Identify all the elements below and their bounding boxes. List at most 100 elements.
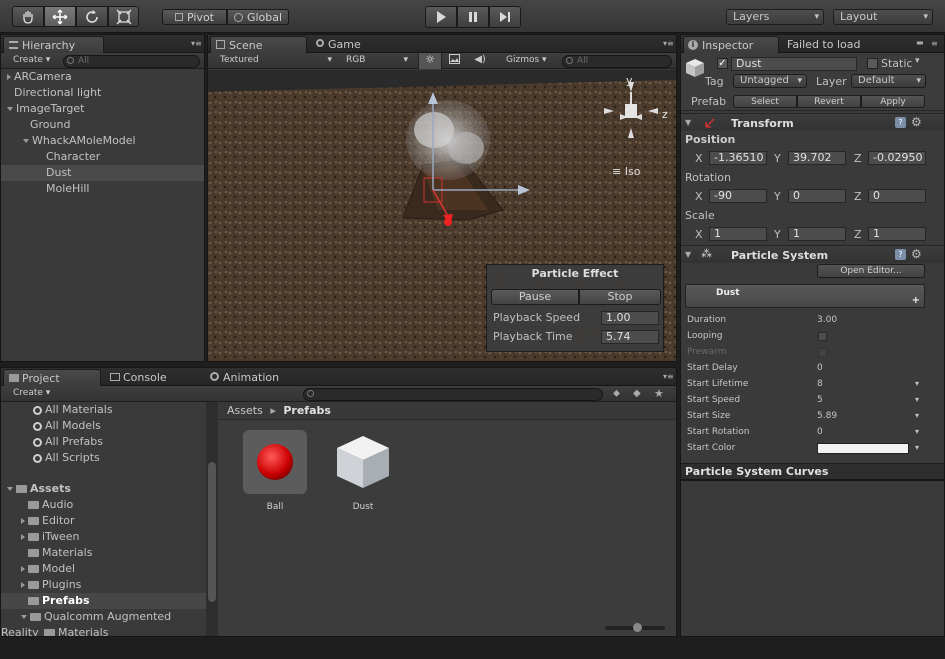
particle-prop-value[interactable]: 0 xyxy=(817,363,823,373)
particle-prop-value[interactable]: 8 xyxy=(817,379,823,389)
project-folder[interactable]: Plugins xyxy=(1,577,206,593)
start-color-swatch[interactable] xyxy=(817,443,909,454)
assets-root[interactable]: Assets xyxy=(1,481,206,497)
add-module-icon[interactable]: + xyxy=(912,295,920,306)
hierarchy-item[interactable]: WhackAMoleModel xyxy=(1,133,204,149)
project-folder[interactable]: Editor xyxy=(1,513,206,529)
favorite-item[interactable]: All Scripts xyxy=(1,450,206,466)
project-folder[interactable]: iTween xyxy=(1,529,206,545)
hierarchy-search-input[interactable]: All xyxy=(63,55,200,68)
scale-x-field[interactable]: 1 xyxy=(709,227,767,241)
scene-menu-icon[interactable]: ▾≡ xyxy=(663,39,674,48)
project-search-input[interactable] xyxy=(303,388,603,401)
play-button[interactable] xyxy=(425,6,457,28)
hierarchy-create-dropdown[interactable]: Create ▾ xyxy=(13,55,50,65)
hierarchy-item[interactable]: Character xyxy=(1,149,204,165)
shading-mode-dropdown[interactable]: Textured ▾ xyxy=(220,55,332,65)
project-create-dropdown[interactable]: Create ▾ xyxy=(13,388,50,398)
asset-dust[interactable]: Dust xyxy=(329,430,397,522)
asset-ball[interactable]: Ball xyxy=(241,430,309,522)
filter-type-icon[interactable]: ⬥ xyxy=(613,388,620,399)
tab-game[interactable]: Game xyxy=(310,36,380,53)
foldout-arrow-icon[interactable] xyxy=(21,615,27,619)
step-button[interactable] xyxy=(489,6,521,28)
curve-mode-dropdown-icon[interactable]: ▾ xyxy=(915,379,919,388)
project-folder[interactable]: Qualcomm Augmented Reality xyxy=(1,609,206,636)
hand-tool-button[interactable] xyxy=(12,6,44,27)
scene-fx-toggle[interactable] xyxy=(444,54,464,68)
slider-knob[interactable] xyxy=(633,623,642,632)
rotation-z-field[interactable]: 0 xyxy=(868,189,926,203)
hierarchy-item[interactable]: Dust xyxy=(1,165,204,181)
scene-lighting-toggle[interactable]: ☼ xyxy=(418,53,442,69)
favorite-item[interactable]: All Materials xyxy=(1,402,206,418)
static-dropdown-icon[interactable]: ▾ xyxy=(915,56,920,66)
active-checkbox[interactable]: ✓ xyxy=(717,58,728,69)
help-icon[interactable]: ? xyxy=(895,249,906,260)
playback-time-field[interactable]: 5.74 xyxy=(601,330,659,344)
layers-dropdown[interactable]: Layers xyxy=(726,9,824,25)
hierarchy-item[interactable]: Directional light xyxy=(1,85,204,101)
prefab-apply-button[interactable]: Apply xyxy=(861,95,925,108)
open-editor-button[interactable]: Open Editor... xyxy=(817,264,925,278)
particle-prop-value[interactable]: 5.89 xyxy=(817,411,837,421)
particle-prop-value[interactable]: 5 xyxy=(817,395,823,405)
position-y-field[interactable]: 39.702 xyxy=(788,151,846,165)
favorite-item[interactable]: All Prefabs xyxy=(1,434,206,450)
hierarchy-item[interactable]: ImageTarget xyxy=(1,101,204,117)
foldout-arrow-icon[interactable] xyxy=(23,139,29,143)
particle-prop-value[interactable]: 0 xyxy=(817,427,823,437)
project-tree-scrollbar[interactable] xyxy=(206,402,218,636)
foldout-arrow-icon[interactable] xyxy=(7,107,13,111)
scale-y-field[interactable]: 1 xyxy=(788,227,846,241)
rotation-y-field[interactable]: 0 xyxy=(788,189,846,203)
prefab-revert-button[interactable]: Revert xyxy=(797,95,861,108)
hierarchy-item[interactable]: ARCamera xyxy=(1,69,204,85)
layer-dropdown[interactable]: Default xyxy=(851,74,926,88)
pivot-toggle[interactable]: Pivot xyxy=(162,9,227,25)
project-menu-icon[interactable]: ▾≡ xyxy=(663,372,674,381)
rotate-tool-button[interactable] xyxy=(76,6,108,27)
project-folder[interactable]: Materials xyxy=(1,625,206,636)
rotation-x-field[interactable]: -90 xyxy=(709,189,767,203)
curve-mode-dropdown-icon[interactable]: ▾ xyxy=(915,427,919,436)
tab-hierarchy[interactable]: Hierarchy xyxy=(3,36,104,53)
tab-inspector[interactable]: i Inspector xyxy=(683,36,779,53)
project-folder[interactable]: Materials xyxy=(1,545,206,561)
curve-mode-dropdown-icon[interactable]: ▾ xyxy=(915,411,919,420)
object-name-field[interactable]: Dust xyxy=(731,57,857,71)
lock-icon[interactable]: ▬ xyxy=(916,38,926,47)
playback-speed-field[interactable]: 1.00 xyxy=(601,311,659,325)
position-z-field[interactable]: -0.02950 xyxy=(868,151,926,165)
pause-button[interactable] xyxy=(457,6,489,28)
asset-size-slider[interactable] xyxy=(605,623,665,632)
orientation-gizmo[interactable] xyxy=(600,80,670,140)
scale-z-field[interactable]: 1 xyxy=(868,227,926,241)
scale-tool-button[interactable] xyxy=(108,6,139,27)
foldout-arrow-icon[interactable] xyxy=(21,582,25,588)
inspector-menu-icon[interactable]: ≡ xyxy=(931,39,941,48)
particle-pause-button[interactable]: Pause xyxy=(491,289,579,305)
tab-animation[interactable]: Animation xyxy=(205,369,305,386)
tab-failed-to-load[interactable]: Failed to load xyxy=(781,36,881,53)
move-tool-button[interactable] xyxy=(44,6,76,27)
global-toggle[interactable]: Global xyxy=(227,9,289,25)
gizmos-dropdown[interactable]: Gizmos ▾ xyxy=(506,55,554,65)
favorite-star-icon[interactable]: ★ xyxy=(654,387,664,400)
hierarchy-item[interactable]: Ground xyxy=(1,117,204,133)
project-folder[interactable]: Prefabs xyxy=(1,593,206,609)
breadcrumb-assets[interactable]: Assets xyxy=(227,404,263,417)
hierarchy-item[interactable]: MoleHill xyxy=(1,181,204,197)
particle-prop-value[interactable]: 3.00 xyxy=(817,315,837,325)
transform-header[interactable]: ▼ Transform ? ⚙ xyxy=(681,113,944,131)
particle-system-header[interactable]: ▼ ⁂ Particle System ? ⚙ xyxy=(681,245,944,263)
render-mode-dropdown[interactable]: RGB ▾ xyxy=(346,55,408,65)
scene-search-input[interactable]: All xyxy=(562,55,672,68)
particle-prop-checkbox[interactable] xyxy=(818,332,827,341)
static-checkbox[interactable] xyxy=(867,58,878,69)
foldout-arrow-icon[interactable] xyxy=(7,74,11,80)
scene-audio-toggle[interactable]: ◀) xyxy=(470,54,490,68)
tab-project[interactable]: Project xyxy=(3,369,101,386)
project-folder[interactable]: Audio xyxy=(1,497,206,513)
tab-scene[interactable]: Scene xyxy=(210,36,307,53)
